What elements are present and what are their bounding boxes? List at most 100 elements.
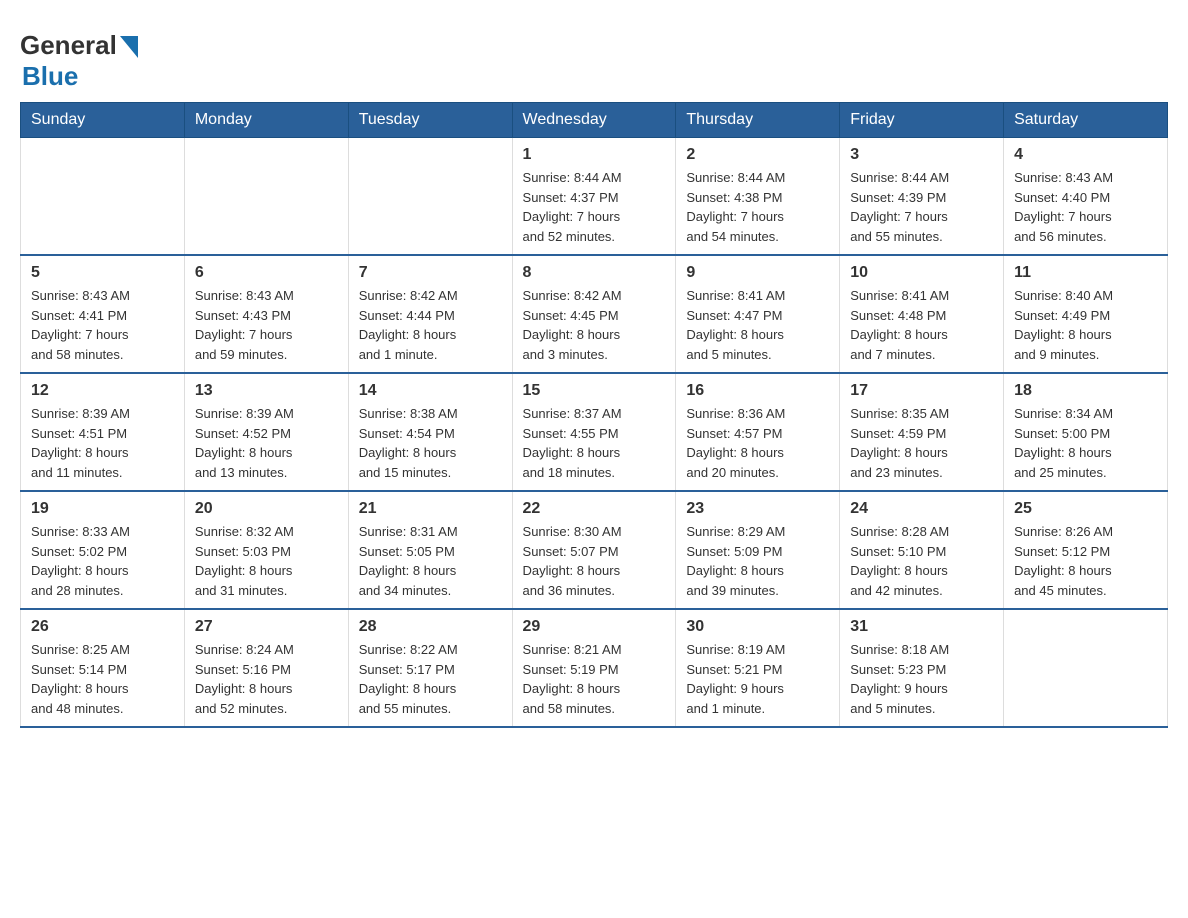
day-info: Sunrise: 8:36 AM Sunset: 4:57 PM Dayligh… xyxy=(686,404,829,482)
day-header-monday: Monday xyxy=(184,103,348,138)
day-info: Sunrise: 8:18 AM Sunset: 5:23 PM Dayligh… xyxy=(850,640,993,718)
logo-general-text: General xyxy=(20,30,117,61)
calendar-cell: 7 Sunrise: 8:42 AM Sunset: 4:44 PM Daylig… xyxy=(348,255,512,373)
day-header-thursday: Thursday xyxy=(676,103,840,138)
calendar-cell: 24 Sunrise: 8:28 AM Sunset: 5:10 PM Dayli… xyxy=(840,491,1004,609)
calendar-cell: 31 Sunrise: 8:18 AM Sunset: 5:23 PM Dayli… xyxy=(840,609,1004,727)
day-number: 26 xyxy=(31,618,174,636)
day-header-sunday: Sunday xyxy=(21,103,185,138)
day-info: Sunrise: 8:33 AM Sunset: 5:02 PM Dayligh… xyxy=(31,522,174,600)
day-number: 27 xyxy=(195,618,338,636)
calendar-cell: 12 Sunrise: 8:39 AM Sunset: 4:51 PM Dayli… xyxy=(21,373,185,491)
day-info: Sunrise: 8:38 AM Sunset: 4:54 PM Dayligh… xyxy=(359,404,502,482)
day-info: Sunrise: 8:42 AM Sunset: 4:44 PM Dayligh… xyxy=(359,286,502,364)
header: General Blue xyxy=(20,20,1168,92)
day-header-wednesday: Wednesday xyxy=(512,103,676,138)
calendar-cell: 11 Sunrise: 8:40 AM Sunset: 4:49 PM Dayli… xyxy=(1004,255,1168,373)
day-info: Sunrise: 8:29 AM Sunset: 5:09 PM Dayligh… xyxy=(686,522,829,600)
calendar-cell: 17 Sunrise: 8:35 AM Sunset: 4:59 PM Dayli… xyxy=(840,373,1004,491)
day-number: 10 xyxy=(850,264,993,282)
calendar-cell: 30 Sunrise: 8:19 AM Sunset: 5:21 PM Dayli… xyxy=(676,609,840,727)
day-number: 29 xyxy=(523,618,666,636)
calendar-cell xyxy=(184,138,348,256)
logo-triangle-icon xyxy=(120,36,138,58)
day-number: 9 xyxy=(686,264,829,282)
day-info: Sunrise: 8:21 AM Sunset: 5:19 PM Dayligh… xyxy=(523,640,666,718)
day-number: 28 xyxy=(359,618,502,636)
day-info: Sunrise: 8:43 AM Sunset: 4:41 PM Dayligh… xyxy=(31,286,174,364)
calendar-cell xyxy=(1004,609,1168,727)
calendar-cell: 27 Sunrise: 8:24 AM Sunset: 5:16 PM Dayli… xyxy=(184,609,348,727)
calendar-cell: 25 Sunrise: 8:26 AM Sunset: 5:12 PM Dayli… xyxy=(1004,491,1168,609)
day-number: 2 xyxy=(686,146,829,164)
calendar-header-row: SundayMondayTuesdayWednesdayThursdayFrid… xyxy=(21,103,1168,138)
calendar-cell: 22Sunrise: 8:30 AM Sunset: 5:07 PM Dayli… xyxy=(512,491,676,609)
day-number: 30 xyxy=(686,618,829,636)
day-info: Sunrise: 8:26 AM Sunset: 5:12 PM Dayligh… xyxy=(1014,522,1157,600)
calendar-cell: 18 Sunrise: 8:34 AM Sunset: 5:00 PM Dayli… xyxy=(1004,373,1168,491)
calendar-cell: 19 Sunrise: 8:33 AM Sunset: 5:02 PM Dayli… xyxy=(21,491,185,609)
day-number: 6 xyxy=(195,264,338,282)
day-info: Sunrise: 8:41 AM Sunset: 4:47 PM Dayligh… xyxy=(686,286,829,364)
day-number: 7 xyxy=(359,264,502,282)
day-info: Sunrise: 8:28 AM Sunset: 5:10 PM Dayligh… xyxy=(850,522,993,600)
day-info: Sunrise: 8:42 AM Sunset: 4:45 PM Dayligh… xyxy=(523,286,666,364)
day-number: 19 xyxy=(31,500,174,518)
calendar-cell: 5 Sunrise: 8:43 AM Sunset: 4:41 PM Daylig… xyxy=(21,255,185,373)
day-number: 15 xyxy=(523,382,666,400)
day-number: 18 xyxy=(1014,382,1157,400)
day-info: Sunrise: 8:31 AM Sunset: 5:05 PM Dayligh… xyxy=(359,522,502,600)
calendar-cell xyxy=(21,138,185,256)
calendar-cell: 4 Sunrise: 8:43 AM Sunset: 4:40 PM Daylig… xyxy=(1004,138,1168,256)
calendar-cell: 28Sunrise: 8:22 AM Sunset: 5:17 PM Dayli… xyxy=(348,609,512,727)
day-header-saturday: Saturday xyxy=(1004,103,1168,138)
calendar-cell: 8 Sunrise: 8:42 AM Sunset: 4:45 PM Daylig… xyxy=(512,255,676,373)
calendar-cell: 23 Sunrise: 8:29 AM Sunset: 5:09 PM Dayli… xyxy=(676,491,840,609)
calendar-week-row: 26Sunrise: 8:25 AM Sunset: 5:14 PM Dayli… xyxy=(21,609,1168,727)
day-number: 24 xyxy=(850,500,993,518)
calendar-cell: 21 Sunrise: 8:31 AM Sunset: 5:05 PM Dayli… xyxy=(348,491,512,609)
day-number: 21 xyxy=(359,500,502,518)
day-number: 31 xyxy=(850,618,993,636)
calendar-cell xyxy=(348,138,512,256)
calendar-week-row: 5 Sunrise: 8:43 AM Sunset: 4:41 PM Daylig… xyxy=(21,255,1168,373)
calendar-cell: 3Sunrise: 8:44 AM Sunset: 4:39 PM Daylig… xyxy=(840,138,1004,256)
calendar-cell: 15Sunrise: 8:37 AM Sunset: 4:55 PM Dayli… xyxy=(512,373,676,491)
day-header-friday: Friday xyxy=(840,103,1004,138)
day-number: 11 xyxy=(1014,264,1157,282)
day-number: 8 xyxy=(523,264,666,282)
day-number: 20 xyxy=(195,500,338,518)
day-number: 25 xyxy=(1014,500,1157,518)
day-number: 5 xyxy=(31,264,174,282)
day-number: 3 xyxy=(850,146,993,164)
day-info: Sunrise: 8:24 AM Sunset: 5:16 PM Dayligh… xyxy=(195,640,338,718)
calendar-cell: 13Sunrise: 8:39 AM Sunset: 4:52 PM Dayli… xyxy=(184,373,348,491)
day-number: 4 xyxy=(1014,146,1157,164)
day-info: Sunrise: 8:43 AM Sunset: 4:40 PM Dayligh… xyxy=(1014,168,1157,246)
calendar-cell: 26Sunrise: 8:25 AM Sunset: 5:14 PM Dayli… xyxy=(21,609,185,727)
day-number: 23 xyxy=(686,500,829,518)
day-info: Sunrise: 8:44 AM Sunset: 4:38 PM Dayligh… xyxy=(686,168,829,246)
logo-blue-text: Blue xyxy=(22,61,78,91)
day-info: Sunrise: 8:35 AM Sunset: 4:59 PM Dayligh… xyxy=(850,404,993,482)
day-info: Sunrise: 8:40 AM Sunset: 4:49 PM Dayligh… xyxy=(1014,286,1157,364)
day-info: Sunrise: 8:39 AM Sunset: 4:51 PM Dayligh… xyxy=(31,404,174,482)
calendar-week-row: 1Sunrise: 8:44 AM Sunset: 4:37 PM Daylig… xyxy=(21,138,1168,256)
calendar-week-row: 12 Sunrise: 8:39 AM Sunset: 4:51 PM Dayli… xyxy=(21,373,1168,491)
day-number: 14 xyxy=(359,382,502,400)
day-info: Sunrise: 8:44 AM Sunset: 4:37 PM Dayligh… xyxy=(523,168,666,246)
calendar-cell: 9 Sunrise: 8:41 AM Sunset: 4:47 PM Daylig… xyxy=(676,255,840,373)
day-number: 17 xyxy=(850,382,993,400)
day-number: 22 xyxy=(523,500,666,518)
day-info: Sunrise: 8:34 AM Sunset: 5:00 PM Dayligh… xyxy=(1014,404,1157,482)
day-info: Sunrise: 8:39 AM Sunset: 4:52 PM Dayligh… xyxy=(195,404,338,482)
calendar-cell: 20Sunrise: 8:32 AM Sunset: 5:03 PM Dayli… xyxy=(184,491,348,609)
day-info: Sunrise: 8:41 AM Sunset: 4:48 PM Dayligh… xyxy=(850,286,993,364)
calendar-cell: 1Sunrise: 8:44 AM Sunset: 4:37 PM Daylig… xyxy=(512,138,676,256)
day-header-tuesday: Tuesday xyxy=(348,103,512,138)
day-info: Sunrise: 8:19 AM Sunset: 5:21 PM Dayligh… xyxy=(686,640,829,718)
logo: General Blue xyxy=(20,30,138,92)
calendar-cell: 14 Sunrise: 8:38 AM Sunset: 4:54 PM Dayli… xyxy=(348,373,512,491)
day-number: 12 xyxy=(31,382,174,400)
calendar-cell: 6Sunrise: 8:43 AM Sunset: 4:43 PM Daylig… xyxy=(184,255,348,373)
